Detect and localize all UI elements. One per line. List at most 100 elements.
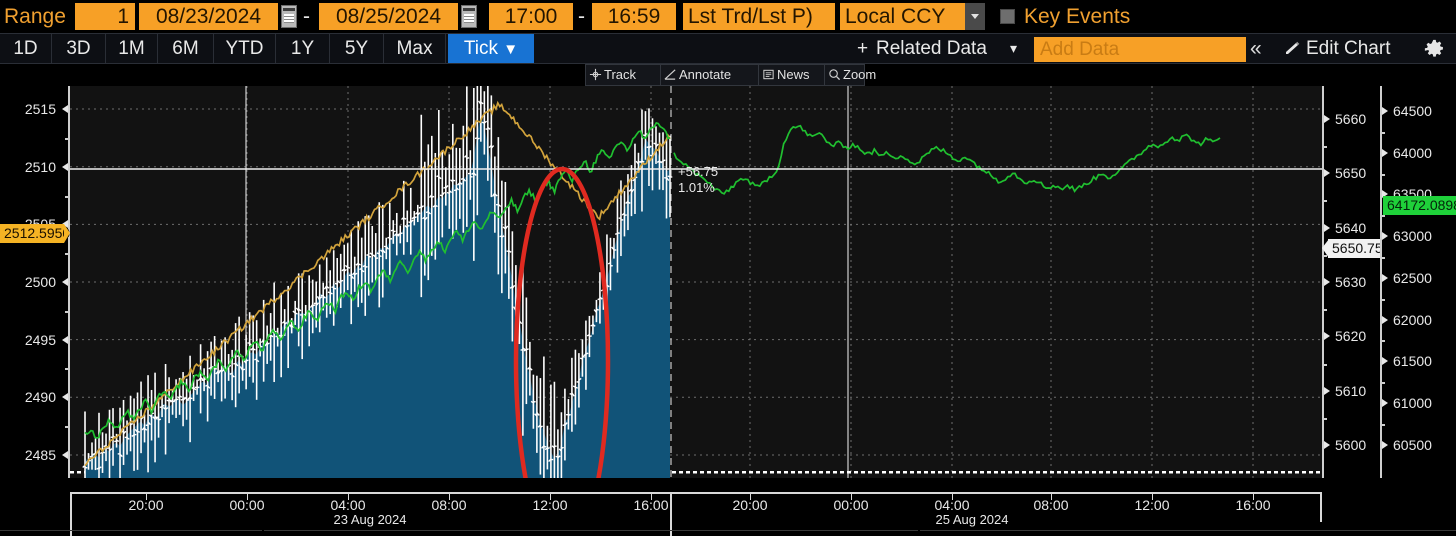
axis-minor-tick [1380,340,1385,342]
axis-minor-tick [1380,174,1385,176]
axis-minor-tick [1322,309,1327,311]
related-data-plus[interactable]: + [857,34,868,63]
axis-tick-arrow [1382,149,1388,157]
axis-tick-arrow [1382,357,1388,365]
axis-tick-arrow [1324,169,1330,177]
zoom-tool[interactable]: Zoom [825,65,866,85]
x-axis-tick-label: 16:00 [611,498,691,512]
period-button-1m[interactable]: 1M [106,34,158,63]
axis-tick-label: 2515 [25,102,56,116]
axis-tick-arrow [1324,224,1330,232]
x-axis-tick-label: 20:00 [710,498,790,512]
period-button-ytd[interactable]: YTD [214,34,276,63]
right-outer-axis-callout: 64172.0898 [1383,196,1456,215]
right-inner-price-axis: 5660565056405630562056105600 5650.75 [1322,86,1380,478]
track-tool[interactable]: Track [586,65,661,85]
period-button-max[interactable]: Max [384,34,446,63]
period-button-6m[interactable]: 6M [158,34,214,63]
axis-tick-label: 60500 [1393,438,1432,452]
right-inner-callout-notch [1322,239,1329,258]
axis-minor-tick [1322,364,1327,366]
axis-tick-label: 2485 [25,448,56,462]
x-axis-tick-label: 12:00 [510,498,590,512]
calendar-icon-start[interactable] [281,5,297,28]
pencil-icon [1284,41,1302,57]
axis-tick-arrow [1324,278,1330,286]
end-date-input[interactable]: 08/25/2024 [319,3,458,30]
axis-minor-tick [65,426,70,428]
start-time-input[interactable]: 17:00 [489,3,573,30]
news-icon [762,68,775,81]
axis-tick-label: 2490 [25,390,56,404]
axis-minor-tick [65,138,70,140]
right-inner-axis-callout: 5650.75 [1328,239,1380,258]
interval-select-tick[interactable]: Tick ▼ [448,34,534,63]
x-axis: 20:0000:0004:0008:0012:0016:0020:0000:00… [0,478,1456,536]
annotate-tool[interactable]: Annotate [661,65,759,85]
chart-plot-area[interactable] [70,86,1322,478]
x-axis-tick-label: 00:00 [811,498,891,512]
related-data-button[interactable]: Related Data [876,34,987,63]
period-button-1y[interactable]: 1Y [276,34,330,63]
axis-minor-tick [1380,299,1385,301]
period-button-5y[interactable]: 5Y [330,34,384,63]
currency-select[interactable]: Local CCY [840,3,965,30]
angle-ruler-icon [664,68,677,81]
axis-tick-arrow [1382,316,1388,324]
chevron-down-icon-currency[interactable] [965,3,985,30]
axis-tick-label: 5600 [1335,438,1366,452]
bottom-frame-left [0,530,262,531]
change-percent-annotation: 1.01% [678,180,715,196]
price-type-input[interactable]: Lst Trd/Lst P) [683,3,835,30]
x-axis-right-edge [1320,492,1322,522]
left-price-axis: 2515251025052500249524902485 2512.5950 [0,86,70,478]
axis-tick-label: 2495 [25,333,56,347]
x-axis-tick [449,492,450,500]
axis-tick-arrow [1382,441,1388,449]
add-data-input[interactable]: Add Data [1034,37,1246,62]
axis-tick-arrow [1324,115,1330,123]
axis-tick-label: 64500 [1393,104,1432,118]
axis-tick-label: 61500 [1393,354,1432,368]
range-count-input[interactable]: 1 [75,3,135,30]
axis-tick-label: 5620 [1335,329,1366,343]
axis-minor-tick [1322,200,1327,202]
start-date-input[interactable]: 08/23/2024 [139,3,278,30]
range-label: Range [4,0,66,33]
news-tool[interactable]: News [759,65,825,85]
axis-tick-arrow [62,393,68,401]
collapse-panel-button[interactable]: « [1250,34,1262,63]
period-button-1d[interactable]: 1D [0,34,52,63]
axis-tick-arrow [1382,107,1388,115]
period-button-3d[interactable]: 3D [52,34,106,63]
x-axis-tick [1051,492,1052,500]
bloomberg-chart-window: Range 1 08/23/2024 - 08/25/2024 17:00 - … [0,0,1456,536]
axis-tick-label: 5640 [1335,221,1366,235]
axis-minor-tick [1322,146,1327,148]
key-events-checkbox[interactable] [1000,9,1015,24]
x-axis-date-label-2: 25 Aug 2024 [902,513,1042,526]
end-time-input[interactable]: 16:59 [592,3,676,30]
axis-tick-label: 5650 [1335,166,1366,180]
news-label: News [777,67,810,82]
axis-tick-label: 2510 [25,160,56,174]
chevron-down-icon-related[interactable]: ▾ [1010,34,1017,63]
axis-tick-label: 61000 [1393,396,1432,410]
magnifier-icon [828,68,841,81]
axis-minor-tick [1380,382,1385,384]
x-axis-date-label-1: 23 Aug 2024 [300,513,440,526]
calendar-icon-end[interactable] [461,5,477,28]
axis-tick-arrow [1382,274,1388,282]
change-value-annotation: +56.75 [678,164,718,180]
axis-tick-arrow [1382,399,1388,407]
annotate-label: Annotate [679,67,731,82]
axis-minor-tick [1322,418,1327,420]
axis-tick-arrow [1324,387,1330,395]
right-outer-price-axis: 6450064000635006300062500620006150061000… [1380,86,1456,478]
x-axis-tick-label: 20:00 [106,498,186,512]
edit-chart-button[interactable]: Edit Chart [1306,34,1390,63]
x-axis-tick [651,492,652,500]
gear-icon[interactable] [1424,39,1445,60]
axis-tick-arrow [1382,232,1388,240]
x-axis-tick-label: 08:00 [409,498,489,512]
